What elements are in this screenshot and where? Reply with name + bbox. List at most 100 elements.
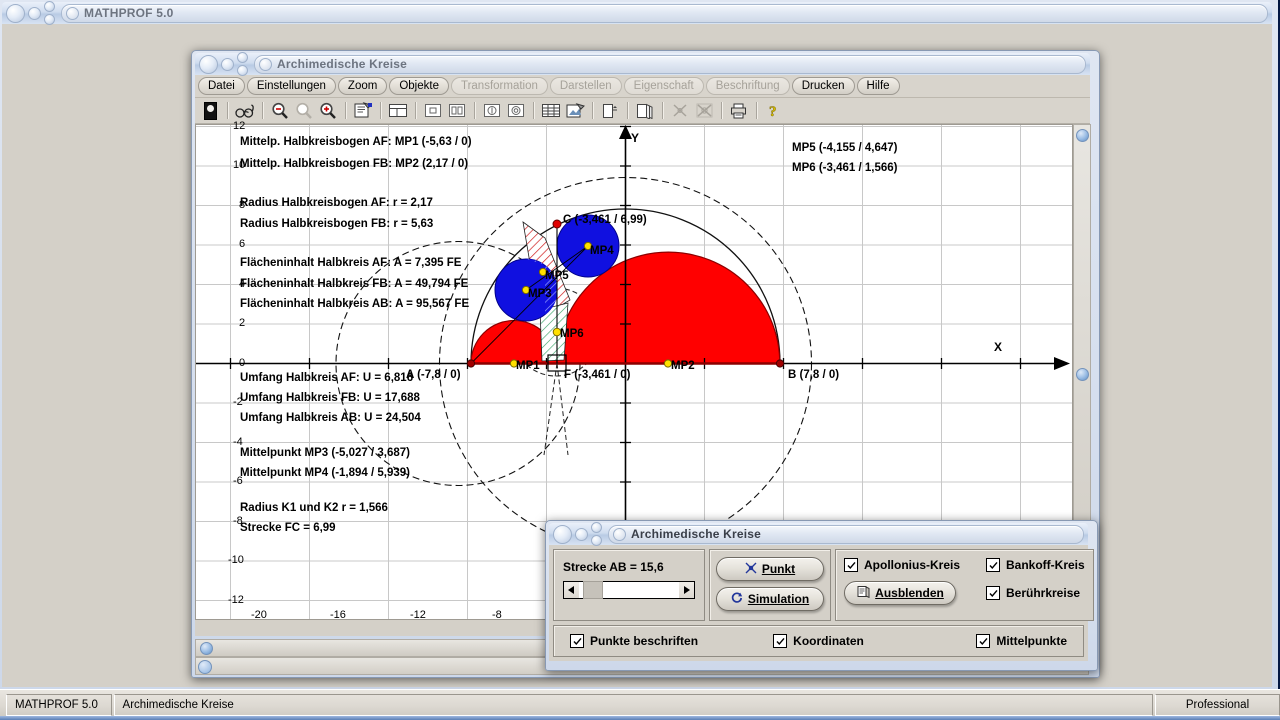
menu-einstellungen[interactable]: Einstellungen bbox=[246, 77, 336, 95]
restore-icon[interactable] bbox=[591, 535, 602, 546]
info-line: Mittelp. Halbkreisbogen AF: MP1 (-5,63 /… bbox=[240, 136, 472, 148]
properties-icon[interactable] bbox=[352, 100, 374, 121]
info-line: Strecke FC = 6,99 bbox=[240, 522, 336, 534]
menu-drucken[interactable]: Drucken bbox=[791, 77, 855, 95]
close-icon[interactable] bbox=[199, 54, 218, 74]
slider-left-arrow[interactable] bbox=[564, 582, 579, 598]
restore-icon[interactable] bbox=[44, 14, 55, 25]
punkt-button[interactable]: Punkt bbox=[716, 557, 824, 581]
y-tick: -4 bbox=[233, 436, 243, 448]
restore-icon[interactable] bbox=[237, 65, 248, 76]
strecke-slider[interactable] bbox=[563, 581, 695, 599]
slider-thumb[interactable] bbox=[583, 581, 603, 599]
checkbox-label: Apollonius-Kreis bbox=[864, 558, 961, 572]
checkbox-box[interactable] bbox=[986, 586, 1000, 600]
minimize-icon[interactable] bbox=[221, 57, 234, 71]
window-layout-icon[interactable] bbox=[387, 100, 409, 121]
x-tick: -12 bbox=[410, 609, 426, 621]
checkbox-bankoff-kreis[interactable]: Bankoff-Kreis bbox=[986, 558, 1085, 572]
minimize-icon[interactable] bbox=[28, 6, 41, 20]
info-circle-icon[interactable] bbox=[481, 100, 503, 121]
options-group: Apollonius-Kreis Bankoff-Kreis Ausblende… bbox=[835, 549, 1094, 621]
menu-label: Drucken bbox=[801, 80, 845, 92]
toolbar-separator bbox=[474, 102, 475, 119]
checkbox-box[interactable] bbox=[986, 558, 1000, 572]
menu-label: Beschriftung bbox=[715, 80, 780, 92]
graph-label-C: C (-3,461 / 6,99) bbox=[563, 214, 647, 226]
scrollbar-thumb[interactable] bbox=[1076, 368, 1089, 381]
delete-all-icon[interactable] bbox=[693, 100, 715, 121]
status-app-cell: MATHPROF 5.0 bbox=[6, 694, 112, 716]
scrollbar-thumb-top[interactable] bbox=[1076, 129, 1089, 142]
scrollbar-thumb-left[interactable] bbox=[200, 642, 213, 655]
info-line: Flächeninhalt Halbkreis FB: A = 49,794 F… bbox=[240, 278, 469, 290]
info-line: Flächeninhalt Halbkreis AB: A = 95,567 F… bbox=[240, 298, 470, 310]
menu-label: Datei bbox=[208, 80, 235, 92]
print-icon[interactable] bbox=[728, 100, 750, 121]
mathprof-window-controls[interactable] bbox=[2, 1, 55, 25]
status-pane-handle[interactable] bbox=[198, 660, 212, 674]
y-tick: -12 bbox=[228, 594, 244, 606]
menu-transformation: Transformation bbox=[450, 77, 548, 95]
close-icon[interactable] bbox=[6, 3, 25, 23]
copy-stack-icon[interactable] bbox=[634, 100, 656, 121]
child-window-controls[interactable] bbox=[195, 52, 248, 76]
mathprof-title-field: MATHPROF 5.0 bbox=[61, 3, 1268, 23]
ausblenden-button[interactable]: Ausblenden bbox=[844, 581, 956, 605]
table-icon[interactable] bbox=[540, 100, 562, 121]
module-icon[interactable] bbox=[199, 100, 221, 121]
zoom-in-icon[interactable] bbox=[317, 100, 339, 121]
zoom-out-icon[interactable] bbox=[269, 100, 291, 121]
info-line: Mittelp. Halbkreisbogen FB: MP2 (2,17 / … bbox=[240, 158, 469, 170]
checkbox-box[interactable] bbox=[976, 634, 991, 648]
checkbox-box[interactable] bbox=[773, 634, 788, 648]
maximize-icon[interactable] bbox=[591, 522, 602, 533]
dialog-icon bbox=[613, 527, 626, 541]
graph-label-MP3: MP3 bbox=[528, 288, 552, 300]
dialog-window-controls[interactable] bbox=[549, 522, 602, 546]
menu-datei[interactable]: Datei bbox=[198, 77, 245, 95]
menu-objekte[interactable]: Objekte bbox=[389, 77, 449, 95]
toolbar-separator bbox=[415, 102, 416, 119]
checkbox-box[interactable] bbox=[570, 634, 584, 648]
status-document-label: Archimedische Kreise bbox=[122, 699, 234, 711]
checkbox-beruehrkreise[interactable]: Berührkreise bbox=[986, 586, 1080, 600]
help-icon[interactable]: ? bbox=[763, 100, 785, 121]
refresh-icon bbox=[731, 591, 743, 607]
minimize-icon[interactable] bbox=[575, 527, 588, 541]
y-tick: 4 bbox=[239, 278, 246, 290]
slider-right-arrow[interactable] bbox=[679, 582, 694, 598]
checkbox-mittelpunkte[interactable]: Mittelpunkte bbox=[901, 634, 1067, 648]
corner-label-mp5: MP5 (-4,155 / 4,647) bbox=[792, 142, 898, 154]
menu-label: Einstellungen bbox=[256, 80, 326, 92]
checkbox-apollonius-kreis[interactable]: Apollonius-Kreis bbox=[844, 558, 972, 572]
checkbox-punkte-beschriften[interactable]: Punkte beschriften bbox=[570, 634, 736, 648]
maximize-icon[interactable] bbox=[237, 52, 248, 63]
graph-label-MP2: MP2 bbox=[671, 360, 695, 372]
tool-bar[interactable]: ? bbox=[195, 98, 1090, 124]
status-app-label: MATHPROF 5.0 bbox=[15, 699, 98, 711]
checkbox-box[interactable] bbox=[844, 558, 858, 572]
screenshot-icon[interactable] bbox=[564, 100, 586, 121]
delete-icon[interactable] bbox=[669, 100, 691, 121]
zoom-reset-icon[interactable] bbox=[293, 100, 315, 121]
glasses-icon[interactable] bbox=[234, 100, 256, 121]
status-document-cell: Archimedische Kreise bbox=[113, 694, 1153, 716]
menu-hilfe[interactable]: Hilfe bbox=[856, 77, 900, 95]
settings-circle-icon[interactable] bbox=[505, 100, 527, 121]
menu-bar[interactable]: Datei Einstellungen Zoom Objekte Transfo… bbox=[195, 75, 1090, 98]
axis-label-y: Y bbox=[631, 131, 640, 145]
checkbox-koordinaten[interactable]: Koordinaten bbox=[736, 634, 902, 648]
simulation-button[interactable]: Simulation bbox=[716, 587, 824, 611]
toolbar-separator bbox=[721, 102, 722, 119]
child-title-field: Archimedische Kreise bbox=[254, 54, 1086, 74]
menu-zoom[interactable]: Zoom bbox=[337, 77, 388, 95]
graph-label-MP6: MP6 bbox=[560, 328, 584, 340]
display-options-group: Punkte beschriften Koordinaten Mittelpun… bbox=[553, 625, 1084, 657]
close-icon[interactable] bbox=[553, 524, 572, 544]
single-pane-icon[interactable] bbox=[422, 100, 444, 121]
copy-page-icon[interactable] bbox=[599, 100, 621, 121]
split-pane-icon[interactable] bbox=[446, 100, 468, 121]
maximize-icon[interactable] bbox=[44, 1, 55, 12]
y-tick: -6 bbox=[233, 475, 243, 487]
